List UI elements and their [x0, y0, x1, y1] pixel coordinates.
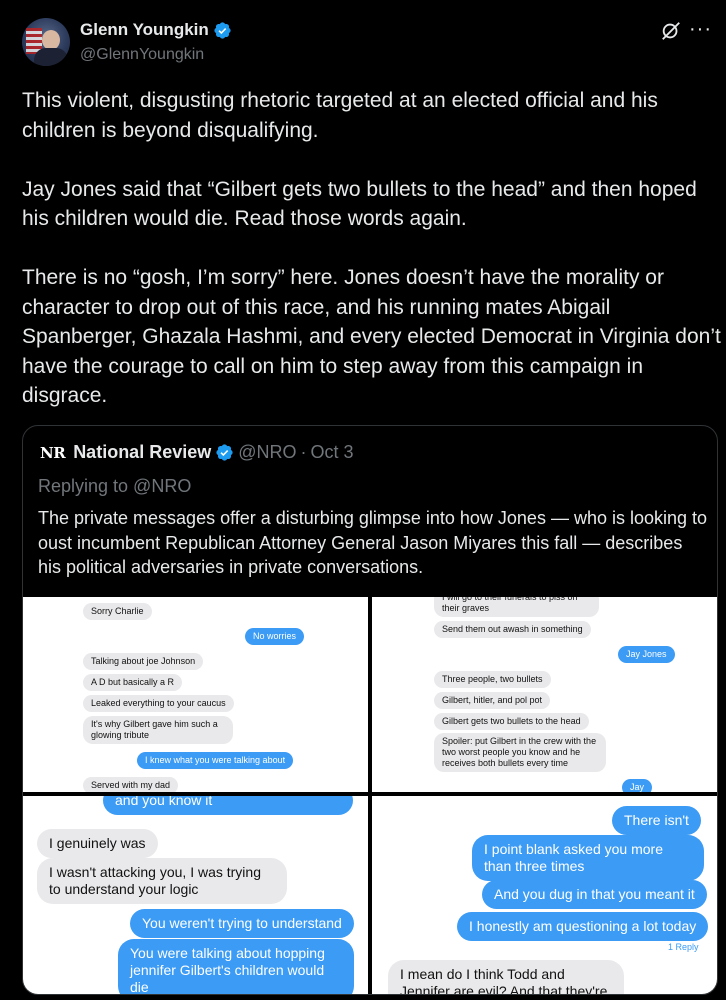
message-bubble: I knew what you were talking about	[137, 752, 294, 769]
message-screenshot-2[interactable]: I will go to their funerals to piss on t…	[372, 597, 717, 792]
tweet-header: Glenn Youngkin @GlennYoungkin ···	[22, 14, 712, 70]
quoted-author-name[interactable]: National Review	[73, 442, 211, 463]
author-display-name[interactable]: Glenn Youngkin	[80, 20, 209, 40]
avatar-suit	[34, 48, 68, 66]
message-bubble: No worries	[245, 628, 305, 645]
tweet-paragraph: Jay Jones said that “Gilbert gets two bu…	[22, 177, 697, 231]
quoted-tweet-date[interactable]: Oct 3	[311, 442, 354, 463]
message-screenshot-3[interactable]: and you know it I genuinely was I wasn't…	[23, 796, 368, 994]
author-handle[interactable]: @GlennYoungkin	[80, 46, 204, 64]
message-bubble: Send them out awash in something	[434, 621, 591, 638]
message-bubble: I point blank asked you more than three …	[472, 835, 704, 881]
message-bubble: A D but basically a R	[83, 674, 183, 691]
reply-count[interactable]: 1 Reply	[668, 942, 699, 952]
author-name-row: Glenn Youngkin	[80, 20, 232, 40]
message-screenshot-1[interactable]: Sorry Charlie No worries Talking about j…	[23, 597, 368, 792]
quoted-image-grid: Sorry Charlie No worries Talking about j…	[23, 597, 717, 994]
tweet-paragraph: There is no “gosh, I’m sorry” here. Jone…	[22, 266, 721, 407]
national-review-logo: NR	[40, 443, 66, 462]
message-bubble: I mean do I think Todd and Jennifer are …	[388, 960, 624, 994]
message-bubble: Gilbert, hitler, and pol pot	[434, 692, 551, 709]
verified-badge-icon	[214, 21, 231, 39]
message-bubble: Served with my dad	[83, 777, 179, 792]
tweet-paragraph: This violent, disgusting rhetoric target…	[22, 89, 658, 142]
message-bubble: I honestly am questioning a lot today	[457, 912, 709, 941]
message-bubble: I genuinely was	[37, 829, 158, 858]
quoted-author-handle[interactable]: @NRO	[238, 442, 296, 463]
separator-dot: ·	[300, 442, 307, 462]
message-bubble: There isn't	[612, 806, 701, 835]
tweet-text: This violent, disgusting rhetoric target…	[22, 86, 722, 440]
message-bubble: I wasn't attacking you, I was trying to …	[37, 858, 287, 904]
message-bubble: Gilbert gets two bullets to the head	[434, 713, 589, 730]
avatar-face	[42, 30, 60, 50]
message-bubble: And you dug in that you meant it	[482, 880, 707, 909]
quoted-tweet-header: NR National Review @NRO · Oct 3	[40, 442, 354, 463]
message-bubble: It's why Gilbert gave him such a glowing…	[83, 716, 233, 744]
message-bubble: I will go to their funerals to piss on t…	[434, 597, 599, 617]
message-bubble: Leaked everything to your caucus	[83, 695, 234, 712]
more-icon[interactable]: ···	[689, 18, 712, 41]
message-bubble: Jay	[622, 779, 653, 792]
message-bubble: Sorry Charlie	[83, 603, 152, 620]
message-screenshot-4[interactable]: There isn't I point blank asked you more…	[372, 796, 717, 994]
message-bubble: Three people, two bullets	[434, 671, 551, 688]
message-bubble: Jay Jones	[618, 646, 675, 663]
grok-icon[interactable]	[660, 20, 682, 42]
message-bubble: Talking about joe Johnson	[83, 653, 204, 670]
message-bubble: Spoiler: put Gilbert in the crew with th…	[434, 733, 606, 772]
verified-badge-icon	[216, 444, 233, 461]
message-bubble: You weren't trying to understand	[130, 909, 354, 938]
quoted-tweet-card[interactable]: NR National Review @NRO · Oct 3 Replying…	[22, 425, 718, 995]
message-bubble: and you know it	[103, 796, 353, 815]
replying-to: Replying to @NRO	[38, 476, 192, 496]
quoted-tweet-text: The private messages offer a disturbing …	[38, 508, 708, 577]
message-bubble: You were talking about hopping jennifer …	[118, 939, 354, 994]
author-avatar[interactable]	[22, 18, 70, 66]
